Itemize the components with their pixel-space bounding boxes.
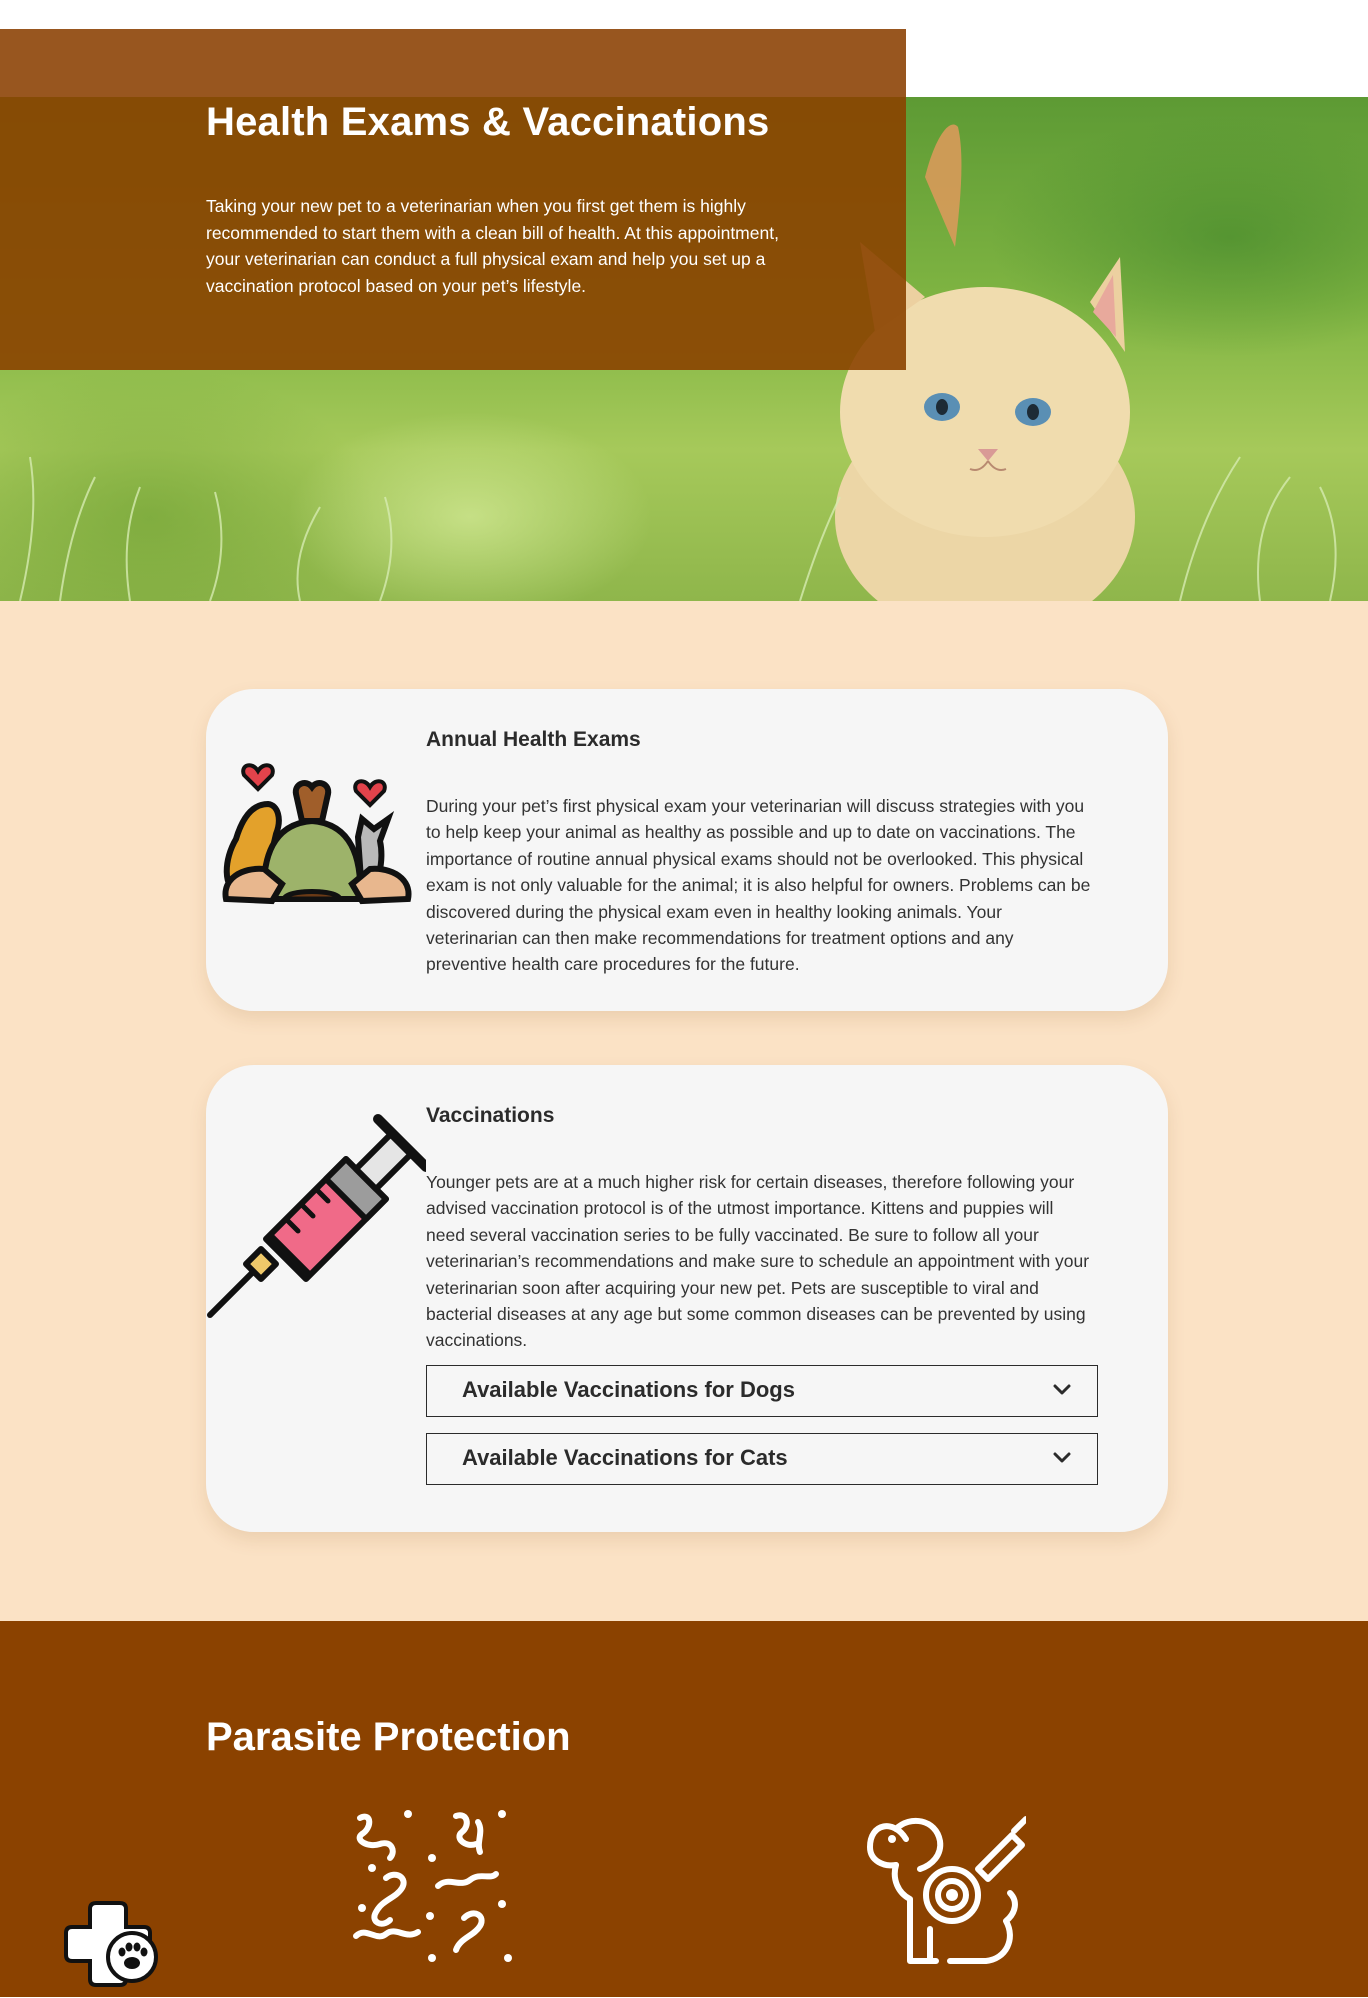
vaccinations-text: Younger pets are at a much higher risk f…	[426, 1172, 1090, 1351]
hero-description: Taking your new pet to a veterinarian wh…	[206, 196, 779, 296]
accordion-dogs-label: Available Vaccinations for Dogs	[462, 1377, 795, 1402]
medical-paw-icon[interactable]	[62, 1897, 158, 1998]
vaccinations-card: Vaccinations Younger pets are at a much …	[206, 1065, 1168, 1532]
parasite-title: Parasite Protection	[206, 1715, 571, 1759]
dog-tick-treatment-icon	[866, 1809, 1029, 1974]
accordion-dogs-vaccinations[interactable]: Available Vaccinations for Dogs	[426, 1365, 1098, 1417]
vaccinations-title: Vaccinations	[426, 1104, 555, 1127]
annual-exams-text: During your pet’s first physical exam yo…	[426, 796, 1091, 975]
page-title: Health Exams & Vaccinations	[206, 100, 770, 144]
chevron-down-icon	[1053, 1451, 1071, 1469]
syringe-icon	[206, 1099, 431, 1324]
hero-overlay-strip	[0, 29, 906, 97]
accordion-cats-label: Available Vaccinations for Cats	[462, 1445, 788, 1470]
parasite-section: Parasite Protection	[0, 1621, 1368, 1997]
chevron-down-icon	[1053, 1383, 1071, 1401]
worms-icon	[352, 1808, 518, 1971]
accordion-cats-vaccinations[interactable]: Available Vaccinations for Cats	[426, 1433, 1098, 1485]
annual-exams-title: Annual Health Exams	[426, 728, 641, 751]
pet-owner-hug-icon	[212, 749, 422, 914]
annual-exams-card: Annual Health Exams During your pet’s fi…	[206, 689, 1168, 1011]
